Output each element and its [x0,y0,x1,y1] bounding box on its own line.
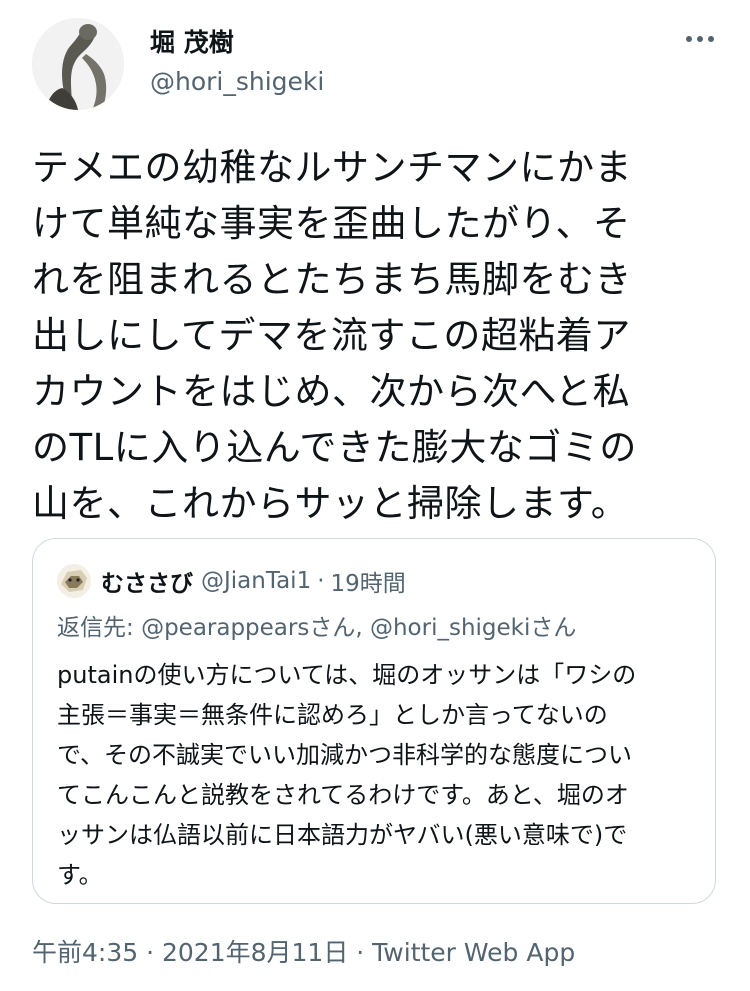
author-display-name[interactable]: 堀 茂樹 [150,26,324,60]
meta-separator: · [138,938,162,967]
quoted-timestamp: 19時間 [330,571,406,597]
tweet-date[interactable]: 2021年8月11日 [162,938,348,967]
tweet-time[interactable]: 午前4:35 [32,938,138,967]
quoted-author-handle: @JianTai1 [201,568,312,594]
tweet-text: テメエの幼稚なルサンチマンにかま けて単純な事実を歪曲したがり、そ れを阻まれる… [32,146,637,525]
tweet-source[interactable]: Twitter Web App [372,938,575,967]
reply-prefix: 返信先: [57,615,142,641]
quoted-tweet[interactable]: むささび @JianTai1 · 19時間 返信先: @pearappearsさ… [32,538,716,904]
quoted-reply-to: 返信先: @pearappearsさん, @hori_shigekiさん [57,611,576,645]
more-horizontal-icon [686,36,714,42]
quoted-author-name: むささび [101,571,193,597]
reply-mention-hori-shigeki[interactable]: @hori_shigeki [370,615,530,641]
avatar-image [32,18,124,110]
author-info: 堀 茂樹 @hori_shigeki [150,26,324,100]
quoted-tweet-text: putainの使い方については、堀のオッサンは「ワシの 主張＝事実＝無条件に認め… [57,661,637,889]
reply-san-2: さん [530,615,577,641]
reply-mention-pearappears[interactable]: @pearappears [141,615,309,641]
author-avatar[interactable] [32,18,124,110]
quoted-author-avatar [57,564,91,598]
reply-comma: , [355,615,370,641]
tweet-metadata: 午前4:35 · 2021年8月11日 · Twitter Web App [32,936,575,970]
tweet-header: 堀 茂樹 @hori_shigeki [32,18,722,114]
meta-separator: · [348,938,373,967]
tweet-detail: 堀 茂樹 @hori_shigeki テメエの幼稚なルサンチマンにかま けて単純… [0,0,750,991]
quoted-avatar-image [57,564,91,598]
quoted-separator: · [317,568,325,594]
author-handle[interactable]: @hori_shigeki [150,64,324,100]
more-options-button[interactable] [678,24,722,54]
reply-san-1: さん [309,615,356,641]
quoted-tweet-header: むささび @JianTai1 · 19時間 [57,563,406,599]
